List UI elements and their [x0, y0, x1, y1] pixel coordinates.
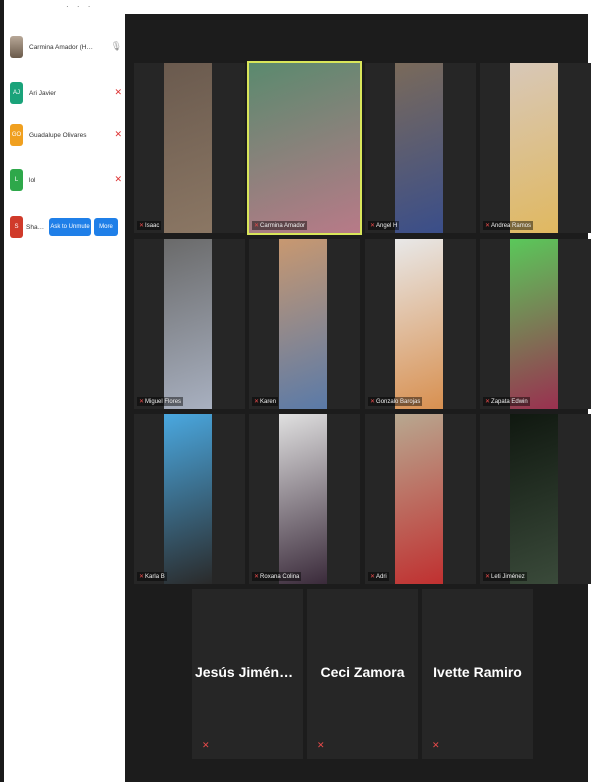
video-tile[interactable]: ✕Andrea Ramos	[480, 63, 591, 233]
ask-to-unmute-button[interactable]: Ask to Unmute	[49, 218, 91, 236]
video-feed	[164, 239, 212, 409]
mic-muted-icon: ✕	[370, 574, 376, 580]
mic-muted-icon: ✕	[370, 399, 376, 405]
participant-name: Leti Jiménez	[491, 574, 525, 580]
mic-muted-icon[interactable]: ✕	[114, 129, 122, 140]
participant-name: Karla B	[145, 574, 165, 580]
participant-name: Miguel Flores	[145, 399, 182, 405]
participants-panel: · · · Carmina Amador (Host, me) 🎙 AJ Ari…	[4, 0, 125, 782]
participant-name: Ivette Ramiro	[433, 664, 522, 680]
video-feed	[279, 414, 327, 584]
video-feed	[395, 63, 443, 233]
mic-muted-icon: ✕	[485, 399, 491, 405]
participant-row[interactable]: GO Guadalupe Olivares ✕	[10, 120, 126, 150]
name-only-tile[interactable]: Jesús Jiménez. V... ✕	[192, 589, 303, 759]
name-only-tile[interactable]: Ceci Zamora ✕	[307, 589, 418, 759]
participant-name: Carmina Amador	[260, 223, 306, 229]
video-tile[interactable]: ✕Carmina Amador	[247, 61, 362, 235]
avatar	[10, 36, 23, 58]
participant-name: Guadalupe Olivares	[29, 131, 87, 139]
participant-label: ✕Carmina Amador	[252, 221, 308, 230]
mic-muted-icon[interactable]: ✕	[114, 174, 122, 185]
participant-name: Jesús Jiménez. V...	[195, 664, 303, 680]
video-tile[interactable]: ✕Gonzalo Barojas	[365, 239, 476, 409]
video-gallery: ✕Isaac ✕Carmina Amador ✕Angel H ✕Andrea Ram…	[125, 14, 591, 782]
participant-label: ✕Angel H	[368, 221, 400, 230]
participant-label: ✕Karla B	[137, 572, 167, 581]
participant-name: Ceci Zamora	[320, 664, 405, 680]
participant-name: Gonzalo Barojas	[376, 399, 421, 405]
mic-muted-icon: ✕	[485, 223, 491, 229]
mic-muted-icon: ✕	[139, 399, 145, 405]
avatar: GO	[10, 124, 23, 146]
mic-muted-icon: ✕	[254, 399, 260, 405]
participant-name: Share...	[26, 223, 46, 231]
video-feed	[510, 414, 558, 584]
mic-muted-icon: ✕	[202, 740, 210, 750]
video-tile[interactable]: ✕Karla B	[134, 414, 245, 584]
participant-name: Karen	[260, 399, 277, 405]
participant-name: lol	[29, 176, 36, 184]
video-feed	[164, 414, 212, 584]
video-feed	[395, 414, 443, 584]
mic-muted-icon: ✕	[485, 574, 491, 580]
video-tile[interactable]: ✕Isaac	[134, 63, 245, 233]
video-feed	[510, 239, 558, 409]
participant-name: Angel H	[376, 223, 398, 229]
participant-label: ✕Karen	[252, 397, 279, 406]
participant-label: ✕Miguel Flores	[137, 397, 184, 406]
video-tile[interactable]: ✕Angel H	[365, 63, 476, 233]
participant-name: Roxana Colina	[260, 574, 300, 580]
participant-label: ✕Roxana Colina	[252, 572, 302, 581]
participant-name: Isaac	[145, 223, 160, 229]
mic-muted-icon: ✕	[254, 574, 260, 580]
participant-label: ✕Isaac	[137, 221, 162, 230]
participant-label: ✕Zapata Edwin	[483, 397, 530, 406]
avatar: AJ	[10, 82, 23, 104]
mic-muted-icon: ✕	[317, 740, 325, 750]
name-only-tile[interactable]: Ivette Ramiro ✕	[422, 589, 533, 759]
video-feed	[395, 239, 443, 409]
participant-name: Andrea Ramos	[491, 223, 532, 229]
video-tile[interactable]: ✕Karen	[249, 239, 360, 409]
mic-muted-icon: ✕	[370, 223, 376, 229]
participant-name: Zapata Edwin	[491, 399, 528, 405]
mic-muted-icon: ✕	[139, 223, 145, 229]
participant-row[interactable]: S Share... Ask to Unmute More	[10, 212, 126, 242]
participant-name: Ari Javier	[29, 89, 57, 97]
avatar: L	[10, 169, 23, 191]
mic-on-icon[interactable]: 🎙	[111, 41, 122, 52]
video-feed	[510, 63, 558, 233]
participant-row[interactable]: L lol ✕	[10, 165, 126, 195]
participant-label: ✕Gonzalo Barojas	[368, 397, 423, 406]
mic-muted-icon: ✕	[432, 740, 440, 750]
participant-name: Adri	[376, 574, 387, 580]
participant-name: Carmina Amador (Host, me)	[29, 43, 95, 51]
video-tile[interactable]: ✕Roxana Colina	[249, 414, 360, 584]
video-tile[interactable]: ✕Miguel Flores	[134, 239, 245, 409]
avatar: S	[10, 216, 23, 238]
mic-muted-icon: ✕	[254, 223, 260, 229]
mic-muted-icon[interactable]: ✕	[114, 87, 122, 98]
video-feed	[164, 63, 212, 233]
more-button[interactable]: More	[94, 218, 118, 236]
video-tile[interactable]: ✕Adri	[365, 414, 476, 584]
panel-top-dots: · · ·	[66, 2, 94, 11]
video-feed	[249, 63, 360, 233]
video-tile[interactable]: ✕Leti Jiménez	[480, 414, 591, 584]
participant-label: ✕Andrea Ramos	[483, 221, 534, 230]
participant-row[interactable]: Carmina Amador (Host, me) 🎙	[10, 32, 126, 62]
mic-muted-icon: ✕	[139, 574, 145, 580]
video-tile[interactable]: ✕Zapata Edwin	[480, 239, 591, 409]
video-feed	[279, 239, 327, 409]
participant-label: ✕Adri	[368, 572, 389, 581]
participant-label: ✕Leti Jiménez	[483, 572, 527, 581]
participant-row[interactable]: AJ Ari Javier ✕	[10, 78, 126, 108]
